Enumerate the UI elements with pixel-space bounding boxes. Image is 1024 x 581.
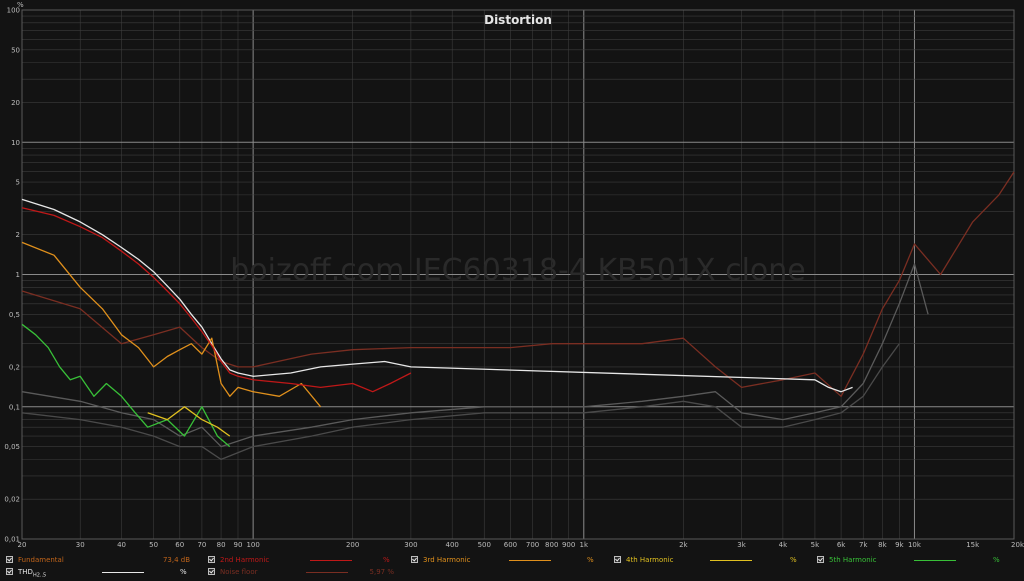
y-tick-label: 5 — [16, 179, 20, 187]
x-tick-label: 90 — [234, 541, 243, 549]
x-tick-label: 9k — [895, 541, 904, 549]
legend-unit: % — [993, 556, 1000, 564]
y-tick-label: 2 — [16, 231, 20, 239]
x-tick-label: 100 — [246, 541, 259, 549]
y-tick-label: 1 — [16, 271, 20, 279]
x-tick-label: 7k — [859, 541, 868, 549]
x-tick-label: 20kHz — [1011, 541, 1024, 549]
y-tick-label: 0,2 — [9, 363, 20, 371]
x-tick-label: 20 — [18, 541, 27, 549]
chart-title: Distortion — [484, 13, 552, 27]
legend-checkbox-noise-floor[interactable] — [208, 568, 215, 575]
x-tick-label: 40 — [117, 541, 126, 549]
y-tick-label: 20 — [11, 99, 20, 107]
x-tick-label: 30 — [76, 541, 85, 549]
x-tick-label: 3k — [737, 541, 746, 549]
legend-label: 4th Harmonic — [626, 556, 674, 564]
legend-unit: % — [587, 556, 594, 564]
legend-value: 73,4 dB — [162, 556, 190, 564]
y-axis-label: % — [17, 1, 24, 9]
x-tick-label: 2k — [679, 541, 688, 549]
y-tick-label: 10 — [11, 139, 20, 147]
legend-swatch — [102, 572, 144, 573]
x-tick-label: 10k — [908, 541, 922, 549]
x-tick-label: 700 — [526, 541, 539, 549]
x-tick-label: 4k — [779, 541, 788, 549]
legend-checkbox-5th-harmonic[interactable] — [817, 556, 824, 563]
legend-label: 3rd Harmonic — [423, 556, 471, 564]
x-tick-label: 400 — [446, 541, 459, 549]
legend-unit: % — [180, 568, 187, 576]
legend-row-1: Fundamental 73,4 dB 2nd Harmonic% 3rd Harmo… — [0, 554, 1024, 566]
legend-row-2: THDH2..5% Noise floor 5,97 % — [0, 566, 1024, 578]
legend-checkbox-3rd-harmonic[interactable] — [411, 556, 418, 563]
y-tick-label: 0,1 — [9, 403, 20, 411]
x-tick-label: 8k — [878, 541, 887, 549]
legend-swatch — [914, 560, 956, 561]
x-tick-label: 50 — [149, 541, 158, 549]
x-tick-label: 5k — [811, 541, 820, 549]
legend: Fundamental 73,4 dB 2nd Harmonic% 3rd Harmo… — [0, 553, 1024, 580]
legend-value: 5,97 % — [369, 568, 394, 576]
legend-label: 2nd Harmonic — [220, 556, 270, 564]
distortion-chart: boizoff.com IEC60318-4 KB501X clone 100 5… — [0, 0, 1024, 553]
y-tick-label: 0,02 — [4, 496, 20, 504]
y-tick-label: 50 — [11, 46, 20, 54]
x-tick-label: 6k — [837, 541, 846, 549]
x-tick-label: 80 — [217, 541, 226, 549]
x-tick-label: 60 — [175, 541, 184, 549]
x-tick-label: 1k — [580, 541, 589, 549]
legend-swatch — [306, 572, 348, 573]
legend-checkbox-4th-harmonic[interactable] — [614, 556, 621, 563]
legend-checkbox-thd[interactable] — [6, 568, 13, 575]
legend-checkbox-2nd-harmonic[interactable] — [208, 556, 215, 563]
legend-checkbox-fundamental[interactable] — [6, 556, 13, 563]
legend-swatch — [710, 560, 752, 561]
legend-label: THDH2..5 — [18, 568, 47, 579]
x-tick-label: 900 — [562, 541, 575, 549]
x-tick-label: 500 — [478, 541, 491, 549]
legend-label: Noise floor — [220, 568, 258, 576]
y-tick-label: 0,05 — [4, 443, 20, 451]
x-tick-label: 15k — [966, 541, 980, 549]
legend-unit: % — [383, 556, 390, 564]
watermark: boizoff.com IEC60318-4 KB501X clone — [230, 253, 806, 288]
x-tick-label: 800 — [545, 541, 558, 549]
legend-label: Fundamental — [18, 556, 64, 564]
x-tick-label: 600 — [504, 541, 517, 549]
x-tick-label: 70 — [197, 541, 206, 549]
legend-swatch — [310, 560, 352, 561]
legend-swatch — [509, 560, 551, 561]
legend-label: 5th Harmonic — [829, 556, 877, 564]
x-tick-label: 200 — [346, 541, 359, 549]
x-tick-label: 300 — [404, 541, 417, 549]
y-tick-label: 0,5 — [9, 311, 20, 319]
legend-unit: % — [790, 556, 797, 564]
